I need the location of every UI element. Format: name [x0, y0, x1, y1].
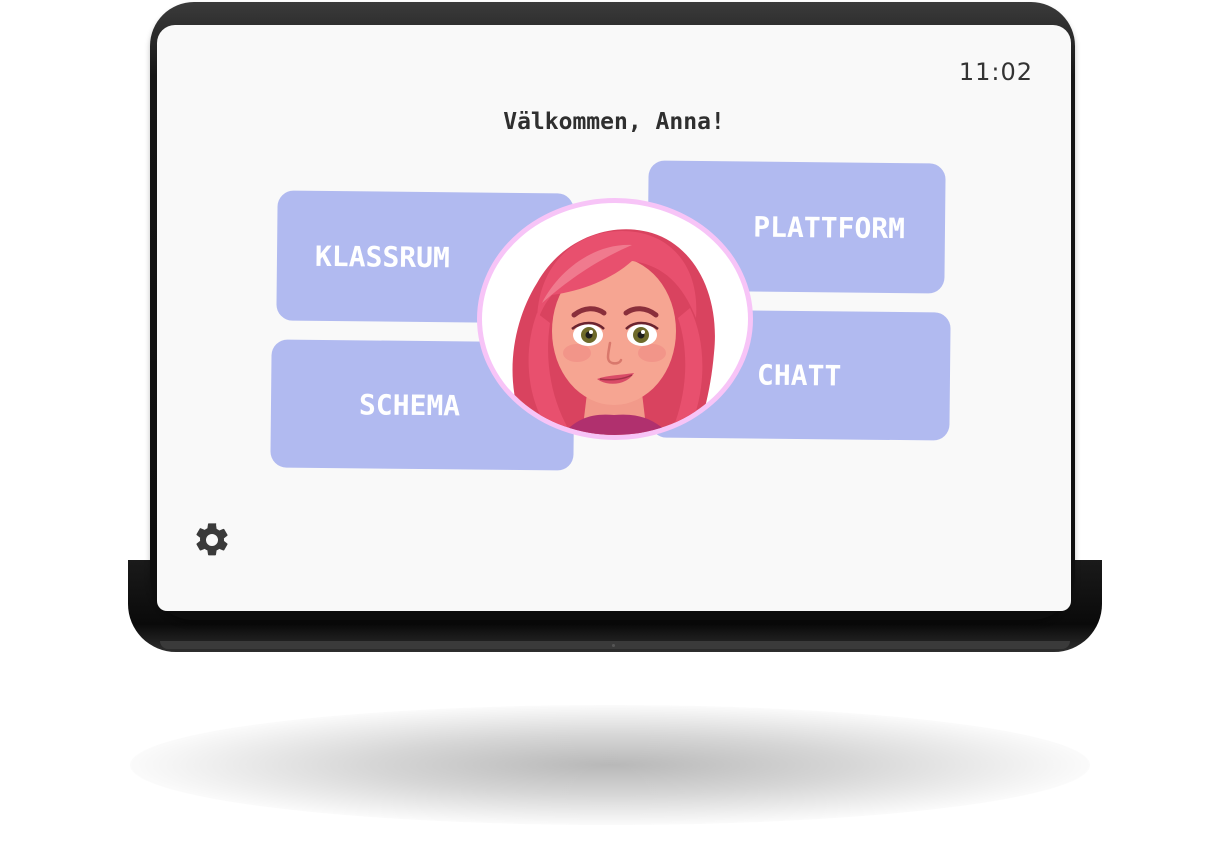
avatar[interactable] — [477, 198, 753, 440]
sensor-dot — [612, 644, 615, 647]
plattform-label: PLATTFORM — [753, 210, 906, 245]
device-stage: 11:02 Välkommen, Anna! KLASSRUM PLATTFOR… — [0, 0, 1216, 851]
gear-icon — [196, 523, 228, 556]
klassrum-label: KLASSRUM — [314, 239, 451, 274]
avatar-girl-icon — [512, 229, 715, 435]
tablet-edge — [160, 641, 1070, 649]
welcome-heading: Välkommen, Anna! — [503, 109, 725, 135]
settings-button[interactable] — [192, 520, 232, 560]
schema-label: SCHEMA — [358, 387, 461, 422]
chatt-label: CHATT — [756, 358, 842, 392]
device-shadow — [130, 705, 1090, 825]
app-screen: 11:02 Välkommen, Anna! KLASSRUM PLATTFOR… — [157, 25, 1071, 611]
status-clock: 11:02 — [958, 58, 1033, 86]
